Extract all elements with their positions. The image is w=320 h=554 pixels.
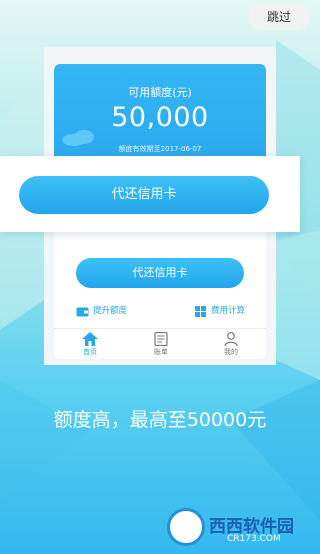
limit-label: 可用额度(元)	[128, 86, 192, 99]
promo-slogan: 额度高，最高至50000元	[53, 409, 267, 431]
raise-limit-link[interactable]: 提升额度	[76, 304, 127, 318]
bill-icon	[154, 332, 168, 346]
repay-credit-card-button[interactable]: 代还信用卡	[76, 258, 244, 288]
watermark-logo: 西西软件园 CR173.COM	[165, 504, 317, 550]
expiry-text: 额度有效期至2017-06-07	[118, 145, 202, 153]
fee-calculator-link[interactable]: 费用计算	[194, 304, 245, 318]
logo-circle-icon	[167, 508, 205, 546]
repay-credit-card-button-highlight[interactable]: 代还信用卡	[19, 176, 269, 214]
raise-limit-label: 提升额度	[93, 306, 128, 316]
wallet-icon	[76, 307, 89, 316]
grid-icon	[195, 305, 206, 317]
limit-amount: 50,000	[111, 102, 209, 133]
tab-mine-label: 我的	[224, 348, 238, 356]
tab-home-label: 首页	[83, 348, 97, 356]
tab-home[interactable]: 首页	[70, 332, 110, 362]
credit-limit-card: 可用额度(元) 50,000 额度有效期至2017-06-07	[54, 64, 266, 169]
user-icon	[224, 332, 238, 346]
tab-mine[interactable]: 我的	[211, 332, 251, 362]
tabbar-divider	[54, 328, 266, 329]
tab-bill[interactable]: 账单	[141, 332, 181, 362]
skip-button[interactable]: 跳过	[248, 4, 310, 30]
fee-calculator-label: 费用计算	[211, 306, 246, 316]
home-icon	[82, 332, 98, 346]
watermark-url: CR173.COM	[227, 534, 281, 544]
highlight-popup: 代还信用卡	[0, 156, 300, 232]
tab-bill-label: 账单	[154, 348, 168, 356]
